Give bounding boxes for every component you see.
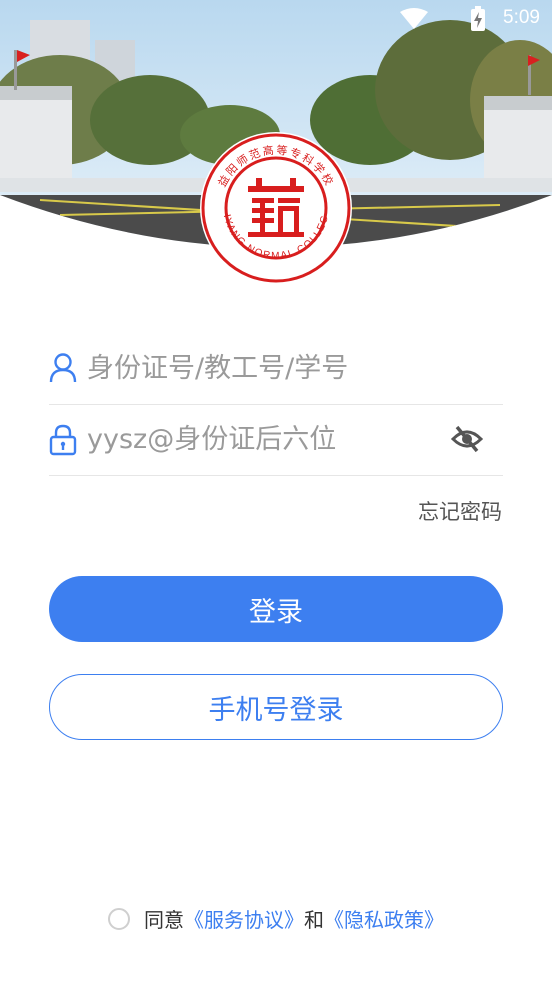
battery-charging-icon (470, 6, 486, 32)
service-agreement-link[interactable]: 《服务协议》 (184, 904, 304, 933)
status-bar: 5:09 (0, 0, 552, 36)
privacy-policy-link[interactable]: 《隐私政策》 (324, 904, 444, 933)
password-field (49, 405, 503, 476)
eye-off-icon[interactable] (450, 423, 484, 459)
agreement-prefix: 同意 (144, 908, 184, 932)
login-button[interactable]: 登录 (49, 576, 503, 642)
wifi-icon (400, 8, 428, 30)
agreement-row: 同意 《服务协议》 和 《隐私政策》 (0, 904, 552, 933)
status-time: 5:09 (503, 7, 540, 28)
lock-icon (49, 424, 77, 460)
phone-login-button[interactable]: 手机号登录 (49, 674, 503, 740)
forgot-password-link[interactable]: 忘记密码 (418, 496, 502, 526)
account-input[interactable] (87, 348, 447, 388)
user-icon (49, 353, 77, 387)
agreement-checkbox[interactable] (108, 907, 130, 930)
password-input[interactable] (87, 419, 447, 459)
agreement-and: 和 (304, 908, 324, 932)
account-field (49, 334, 503, 405)
college-logo: 益阳师范高等专科学校 YIYANG NORMAL COLLEGE (194, 122, 354, 286)
